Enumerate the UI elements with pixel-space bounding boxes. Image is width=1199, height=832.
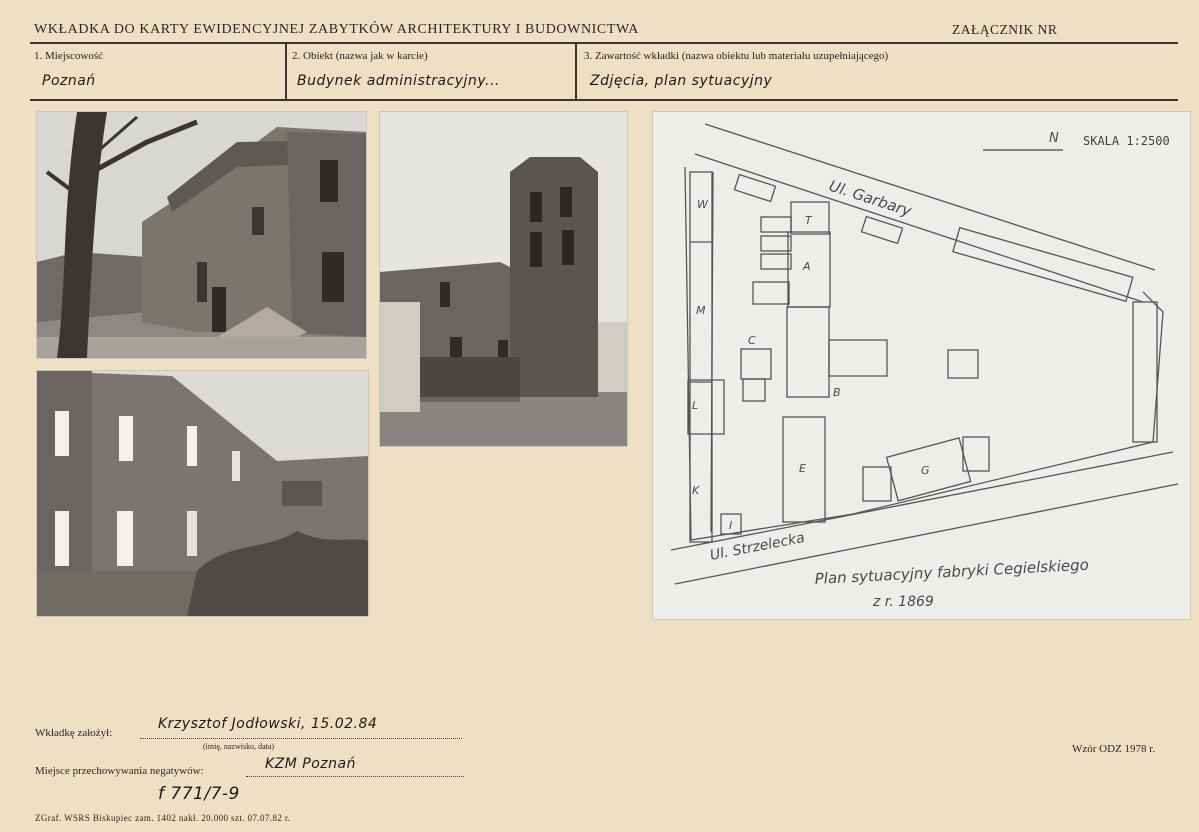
plan-scale-label: SKALA 1:2500 xyxy=(1083,134,1170,148)
negative-storage-label: Miejsce przechowywania negatywów: xyxy=(35,765,204,777)
fields-rule xyxy=(30,99,1178,101)
photo-tower xyxy=(380,112,627,446)
plan-letter: C xyxy=(748,334,756,347)
founded-by-value: Krzysztof Jodłowski, 15.02.84 xyxy=(158,716,378,732)
field-value-contents: Zdjęcia, plan sytuacyjny xyxy=(590,73,773,89)
plan-letter: I xyxy=(729,519,732,532)
plan-letter: B xyxy=(833,386,841,399)
field-value-object: Budynek administracyjny... xyxy=(297,73,500,89)
negative-storage-line xyxy=(246,776,464,777)
field-label-contents: 3. Zawartość wkładki (nazwa obiektu lub … xyxy=(584,50,889,62)
plan-north-label: N xyxy=(1049,131,1059,146)
plan-caption-date: z r. 1869 xyxy=(872,594,934,610)
negative-number: f 771/7-9 xyxy=(158,784,240,804)
field-divider xyxy=(575,44,577,100)
photo-courtyard xyxy=(37,371,368,616)
founded-by-label: Wkładkę założył: xyxy=(35,727,113,739)
founded-by-line xyxy=(140,738,462,739)
field-divider xyxy=(285,44,287,100)
situation-plan: N SKALA 1:2500 Ul. Garbary Ul. Strzeleck… xyxy=(653,112,1190,619)
plan-letter: M xyxy=(696,304,706,317)
field-label-object: 2. Obiekt (nazwa jak w karcie) xyxy=(292,50,428,62)
attachment-number-label: ZAŁĄCZNIK NR xyxy=(952,22,1058,37)
photo-building-with-tree xyxy=(37,112,366,358)
plan-letter: E xyxy=(799,462,806,475)
plan-letter: K xyxy=(692,484,700,497)
plan-letter: W xyxy=(697,198,709,211)
negative-storage-value: KZM Poznań xyxy=(265,756,356,772)
field-value-locality: Poznań xyxy=(42,73,96,89)
founded-by-hint: (imię, nazwisko, data) xyxy=(203,742,275,751)
field-label-locality: 1. Miejscowość xyxy=(34,50,104,62)
plan-letter: L xyxy=(692,399,698,412)
form-reference: Wzór ODZ 1978 r. xyxy=(1072,743,1156,755)
form-title: WKŁADKA DO KARTY EWIDENCYJNEJ ZABYTKÓW A… xyxy=(34,22,639,37)
plan-letter: A xyxy=(802,260,811,273)
header-rule xyxy=(30,42,1178,44)
printer-imprint: ZGraf. WSRS Biskupiec zam. 1402 nakł. 20… xyxy=(35,813,291,823)
plan-letter: G xyxy=(921,464,930,477)
